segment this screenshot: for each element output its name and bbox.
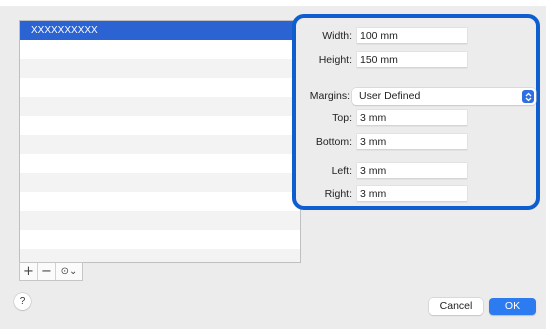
list-item[interactable]: [20, 230, 300, 249]
list-item[interactable]: [20, 192, 300, 211]
height-field[interactable]: 150 mm: [357, 52, 467, 68]
list-item[interactable]: [20, 249, 300, 262]
list-item[interactable]: [20, 211, 300, 230]
paper-size-list[interactable]: XXXXXXXXXX: [19, 20, 301, 263]
custom-paper-size-dialog: XXXXXXXXXX + − ⊙⌄ Width: 100 mm Height: …: [0, 0, 546, 329]
margins-label: Margins:: [309, 90, 350, 102]
height-label: Height:: [318, 54, 352, 66]
width-field[interactable]: 100 mm: [357, 28, 467, 44]
cancel-button[interactable]: Cancel: [429, 298, 483, 315]
list-item-selected[interactable]: XXXXXXXXXX: [20, 21, 300, 40]
list-item[interactable]: [20, 78, 300, 97]
list-item[interactable]: [20, 135, 300, 154]
help-button[interactable]: ?: [14, 293, 31, 310]
width-label: Width:: [322, 30, 352, 42]
margins-popup-value: User Defined: [359, 90, 421, 102]
ok-button[interactable]: OK: [489, 298, 536, 315]
list-item[interactable]: [20, 97, 300, 116]
margins-popup[interactable]: User Defined: [352, 88, 536, 105]
size-margins-panel: Width: 100 mm Height: 150 mm Margins: Us…: [292, 14, 540, 210]
top-margin-field[interactable]: 3 mm: [357, 110, 467, 126]
remove-button[interactable]: −: [38, 263, 56, 280]
bottom-margin-field[interactable]: 3 mm: [357, 134, 467, 150]
dialog-top-edge: [0, 0, 546, 6]
right-margin-field[interactable]: 3 mm: [357, 186, 467, 202]
top-margin-label: Top:: [332, 112, 352, 124]
list-item[interactable]: [20, 40, 300, 59]
right-margin-label: Right:: [324, 188, 352, 200]
chevron-updown-icon: [522, 90, 534, 103]
list-item[interactable]: [20, 173, 300, 192]
list-item[interactable]: [20, 116, 300, 135]
list-item[interactable]: [20, 154, 300, 173]
add-button[interactable]: +: [20, 263, 38, 280]
action-menu-button[interactable]: ⊙⌄: [56, 263, 82, 280]
left-margin-label: Left:: [331, 165, 352, 177]
bottom-margin-label: Bottom:: [315, 136, 352, 148]
list-item[interactable]: [20, 59, 300, 78]
left-margin-field[interactable]: 3 mm: [357, 163, 467, 179]
list-controls: + − ⊙⌄: [19, 262, 83, 281]
